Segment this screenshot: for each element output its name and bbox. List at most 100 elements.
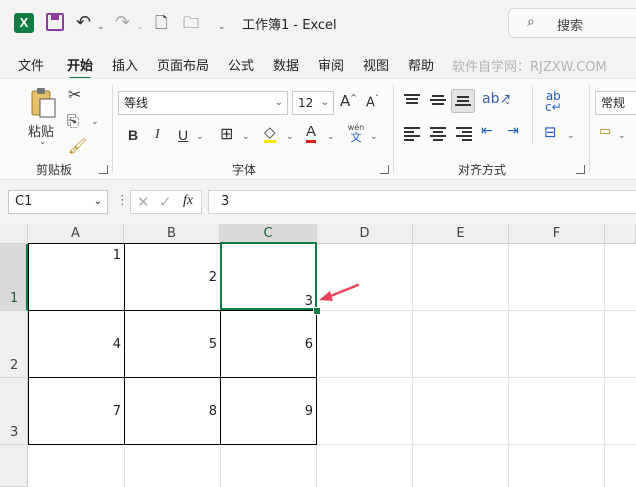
tab-review[interactable]: 审阅 bbox=[318, 55, 344, 74]
font-launcher-icon[interactable] bbox=[380, 165, 389, 174]
insert-function-icon[interactable]: fx bbox=[183, 193, 193, 209]
align-bottom-icon bbox=[455, 96, 471, 110]
cell-a3[interactable]: 7 bbox=[28, 377, 125, 445]
cell-c2[interactable]: 6 bbox=[220, 310, 317, 378]
cell-c3[interactable]: 9 bbox=[220, 377, 317, 445]
chevron-down-icon: ⌄ bbox=[93, 196, 102, 207]
borders-icon[interactable]: ⊞ bbox=[220, 124, 233, 143]
ribbon-tabs: 文件 开始 插入 页面布局 公式 数据 审阅 视图 帮助 软件自学网：RJZXW… bbox=[0, 46, 636, 80]
phonetic-dropdown-icon[interactable]: ⌄ bbox=[370, 132, 378, 142]
tab-help[interactable]: 帮助 bbox=[408, 55, 434, 74]
decrease-font-size-icon[interactable]: Aˇ bbox=[366, 94, 379, 110]
merge-center-icon[interactable]: ⊟ bbox=[544, 123, 557, 141]
cut-icon[interactable]: ✂ bbox=[68, 85, 81, 104]
wrap-text-icon[interactable]: ab c↵ bbox=[545, 90, 562, 113]
underline-button[interactable]: U bbox=[178, 127, 188, 143]
clipboard-launcher-icon[interactable] bbox=[99, 165, 108, 174]
font-size-value: 12 bbox=[298, 96, 314, 110]
column-header-c[interactable]: C bbox=[220, 224, 317, 244]
row-header-3[interactable]: 3 bbox=[0, 378, 28, 445]
merge-dropdown-icon[interactable]: ⌄ bbox=[567, 131, 575, 141]
tab-file[interactable]: 文件 bbox=[18, 55, 44, 74]
column-header-d[interactable]: D bbox=[317, 224, 413, 244]
font-size-dropdown[interactable]: 12 ⌄ bbox=[292, 91, 334, 115]
paste-icon[interactable] bbox=[28, 87, 58, 119]
more-options-icon[interactable]: ⋮ bbox=[116, 193, 129, 208]
alignment-group-label: 对齐方式 bbox=[458, 163, 507, 177]
paste-dropdown-icon[interactable]: ⌄ bbox=[39, 137, 47, 147]
name-box[interactable]: C1 ⌄ bbox=[8, 190, 108, 214]
orientation-dropdown-icon[interactable]: ⌄ bbox=[504, 97, 512, 107]
save-icon[interactable] bbox=[46, 13, 64, 31]
worksheet-grid[interactable]: A B C D E F 1 2 3 1 2 3 4 5 6 7 8 9 bbox=[0, 224, 636, 487]
gridline bbox=[412, 244, 413, 487]
column-header-a[interactable]: A bbox=[28, 224, 124, 244]
align-middle-icon[interactable] bbox=[430, 95, 446, 109]
fill-color-dropdown-icon[interactable]: ⌄ bbox=[286, 132, 294, 142]
cell-a3-value: 7 bbox=[112, 404, 121, 419]
accounting-format-icon[interactable]: ▭ bbox=[599, 124, 611, 139]
align-left-icon[interactable] bbox=[404, 127, 420, 141]
tab-formulas[interactable]: 公式 bbox=[228, 55, 254, 74]
phonetic-bottom-text: 文 bbox=[350, 131, 362, 144]
undo-dropdown-icon[interactable]: ⌄ bbox=[97, 16, 105, 38]
redo-icon[interactable]: ↷ bbox=[115, 12, 130, 34]
cancel-icon[interactable]: ✕ bbox=[137, 193, 150, 211]
align-right-icon[interactable] bbox=[456, 127, 472, 141]
accounting-dropdown-icon[interactable]: ⌄ bbox=[618, 131, 626, 141]
new-file-icon[interactable]: 🗋 bbox=[155, 12, 168, 34]
cell-a2[interactable]: 4 bbox=[28, 310, 125, 378]
italic-button[interactable]: I bbox=[155, 127, 160, 143]
bold-button[interactable]: B bbox=[128, 127, 138, 143]
quick-access-dropdown-icon[interactable]: ⌄ bbox=[218, 16, 226, 38]
tab-home[interactable]: 开始 bbox=[67, 55, 93, 80]
ribbon: 粘贴 ⌄ ✂ ⎘ ⌄ 🖌 剪贴板 等线 ⌄ 12 ⌄ A^ Aˇ B I U ⌄… bbox=[0, 78, 636, 180]
font-color-icon[interactable]: A bbox=[306, 124, 317, 143]
search-box[interactable]: ⌕ 搜索 bbox=[508, 8, 636, 38]
font-name-dropdown[interactable]: 等线 ⌄ bbox=[118, 91, 288, 115]
tab-data[interactable]: 数据 bbox=[273, 55, 299, 74]
fill-handle[interactable] bbox=[313, 307, 321, 315]
row-header-1-label: 1 bbox=[10, 291, 19, 306]
phonetic-guide-icon[interactable]: wén 文 bbox=[346, 123, 366, 144]
column-header-f[interactable]: F bbox=[509, 224, 605, 244]
cell-b2[interactable]: 5 bbox=[124, 310, 221, 378]
decrease-indent-icon[interactable]: ⇤ bbox=[481, 123, 493, 139]
column-header-g[interactable] bbox=[605, 224, 636, 244]
cell-a1[interactable]: 1 bbox=[28, 243, 125, 311]
excel-icon: X bbox=[14, 13, 34, 33]
underline-dropdown-icon[interactable]: ⌄ bbox=[196, 132, 204, 142]
copy-dropdown-icon[interactable]: ⌄ bbox=[91, 117, 99, 127]
borders-dropdown-icon[interactable]: ⌄ bbox=[242, 132, 250, 142]
redo-dropdown-icon[interactable]: ⌄ bbox=[136, 16, 144, 38]
site-watermark: 软件自学网：RJZXW.COM bbox=[452, 60, 607, 75]
copy-icon[interactable]: ⎘ bbox=[67, 112, 79, 130]
column-header-b[interactable]: B bbox=[124, 224, 220, 244]
fill-color-icon[interactable]: ◇ bbox=[264, 124, 276, 143]
increase-indent-icon[interactable]: ⇥ bbox=[507, 123, 519, 139]
enter-icon[interactable]: ✓ bbox=[159, 193, 172, 211]
tab-view[interactable]: 视图 bbox=[363, 55, 389, 74]
align-top-icon[interactable] bbox=[404, 94, 420, 108]
align-center-icon[interactable] bbox=[430, 127, 446, 141]
formula-input[interactable]: 3 bbox=[208, 190, 636, 214]
gridline bbox=[604, 244, 605, 487]
font-group-label: 字体 bbox=[232, 163, 257, 177]
row-header-2[interactable]: 2 bbox=[0, 311, 28, 378]
alignment-launcher-icon[interactable] bbox=[576, 165, 585, 174]
font-color-dropdown-icon[interactable]: ⌄ bbox=[327, 132, 335, 142]
increase-font-size-icon[interactable]: A^ bbox=[340, 92, 357, 110]
align-bottom-button[interactable] bbox=[451, 89, 475, 113]
tab-insert[interactable]: 插入 bbox=[112, 55, 138, 74]
select-all-corner[interactable] bbox=[0, 224, 28, 244]
undo-icon[interactable]: ↶ bbox=[76, 12, 91, 34]
cell-b3[interactable]: 8 bbox=[124, 377, 221, 445]
number-format-dropdown[interactable]: 常规 bbox=[595, 91, 636, 115]
column-header-e[interactable]: E bbox=[413, 224, 509, 244]
tab-page-layout[interactable]: 页面布局 bbox=[157, 55, 209, 74]
cell-b1[interactable]: 2 bbox=[124, 243, 221, 311]
row-header-1[interactable]: 1 bbox=[0, 244, 28, 311]
row-header-4[interactable] bbox=[0, 445, 28, 487]
open-folder-icon[interactable]: 🗀 bbox=[183, 12, 199, 34]
format-painter-icon[interactable]: 🖌 bbox=[68, 137, 87, 155]
